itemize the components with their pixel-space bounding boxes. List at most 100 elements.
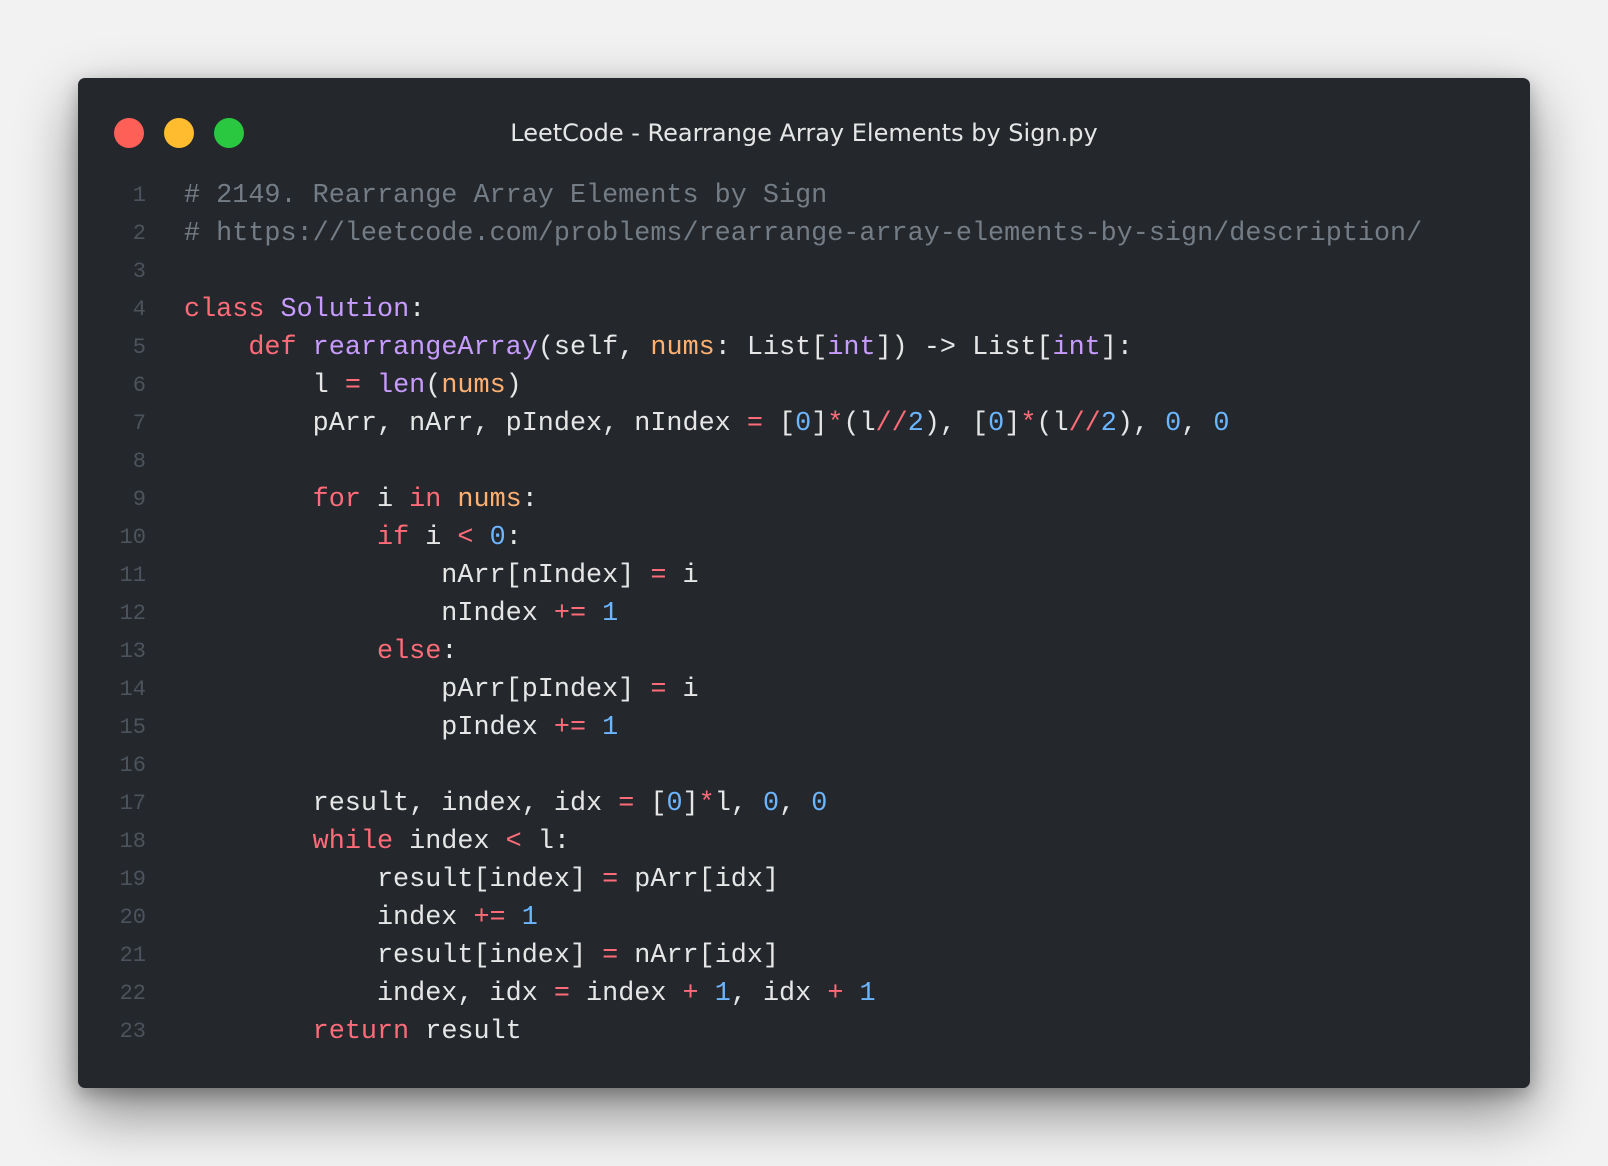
code-token-type: List bbox=[972, 333, 1037, 363]
code-text: while index < l: bbox=[184, 823, 570, 861]
code-token-plain: result bbox=[409, 1017, 522, 1047]
code-token-operator: += bbox=[473, 903, 506, 933]
code-token-punct: ]) -> bbox=[875, 333, 973, 363]
code-token-plain: l, bbox=[714, 789, 763, 819]
line-number: 17 bbox=[119, 791, 146, 816]
code-token-plain: self bbox=[553, 333, 619, 363]
code-line: 17 result, index, idx = [0]*l, 0, 0 bbox=[78, 785, 1530, 823]
line-number: 22 bbox=[119, 981, 146, 1006]
line-number: 16 bbox=[119, 753, 146, 778]
line-number: 10 bbox=[119, 525, 146, 550]
code-line: 12 nIndex += 1 bbox=[78, 595, 1530, 633]
line-number: 1 bbox=[132, 183, 146, 208]
code-token-plain: ] bbox=[811, 409, 828, 439]
code-token-punct: : bbox=[714, 333, 747, 363]
code-line: 9 for i in nums: bbox=[78, 481, 1530, 519]
code-token-plain: nArr[idx] bbox=[618, 941, 780, 971]
code-token-punct: : bbox=[521, 485, 538, 515]
code-text: return result bbox=[184, 1013, 522, 1051]
code-token-plain: , bbox=[1181, 409, 1214, 439]
code-token-operator: = bbox=[602, 865, 619, 895]
code-text: # https://leetcode.com/problems/rearrang… bbox=[184, 215, 1422, 253]
code-token-operator: = bbox=[618, 789, 635, 819]
code-token-operator: = bbox=[650, 561, 667, 591]
code-token-punct: ( bbox=[537, 333, 554, 363]
line-number: 4 bbox=[132, 297, 146, 322]
line-number: 12 bbox=[119, 601, 146, 626]
code-token-builtin: len bbox=[377, 371, 426, 401]
code-token-plain: index bbox=[184, 903, 474, 933]
code-line: 7 pArr, nArr, pIndex, nIndex = [0]*(l//2… bbox=[78, 405, 1530, 443]
line-number: 18 bbox=[119, 829, 146, 854]
code-token-class: Solution bbox=[280, 295, 410, 325]
code-token-number: 1 bbox=[859, 979, 876, 1009]
line-number: 5 bbox=[132, 335, 146, 360]
line-number: 8 bbox=[132, 449, 146, 474]
code-token-keyword: in bbox=[409, 485, 442, 515]
code-line: 14 pArr[pIndex] = i bbox=[78, 671, 1530, 709]
code-token-plain: pArr[pIndex] bbox=[184, 675, 651, 705]
code-token-punct: : bbox=[505, 523, 522, 553]
line-number: 19 bbox=[119, 867, 146, 892]
code-token-punct: ( bbox=[425, 371, 442, 401]
code-token-plain: ] bbox=[682, 789, 699, 819]
code-token-plain: index, idx bbox=[184, 979, 554, 1009]
code-line: 3 bbox=[78, 253, 1530, 291]
code-text: else: bbox=[184, 633, 457, 671]
code-text: nArr[nIndex] = i bbox=[184, 557, 698, 595]
code-token-plain: index bbox=[569, 979, 683, 1009]
code-token-keyword: else bbox=[376, 637, 442, 667]
code-token-operator: += bbox=[553, 713, 587, 743]
code-token-keyword: def bbox=[248, 333, 297, 363]
line-number: 14 bbox=[119, 677, 146, 702]
code-line: 13 else: bbox=[78, 633, 1530, 671]
code-token-number: 1 bbox=[602, 713, 619, 743]
line-number: 21 bbox=[119, 943, 146, 968]
code-token-param: nums bbox=[441, 371, 506, 401]
code-token-number: 0 bbox=[988, 409, 1005, 439]
code-token-plain: index bbox=[393, 827, 506, 857]
code-token-plain: l bbox=[184, 371, 345, 401]
code-token-punct: : bbox=[441, 637, 458, 667]
code-token-number: 2 bbox=[907, 409, 924, 439]
code-line: 20 index += 1 bbox=[78, 899, 1530, 937]
code-token-plain: nArr[nIndex] bbox=[184, 561, 651, 591]
code-token-punct: , bbox=[618, 333, 651, 363]
code-token-operator: < bbox=[505, 827, 522, 857]
code-line: 2 # https://leetcode.com/problems/rearran… bbox=[78, 215, 1530, 253]
code-line: 5 def rearrangeArray(self, nums: List[in… bbox=[78, 329, 1530, 367]
code-token-operator: = bbox=[553, 979, 570, 1009]
code-token-plain: [ bbox=[762, 409, 796, 439]
code-token-number: 1 bbox=[521, 903, 538, 933]
code-token-plain: result[index] bbox=[184, 865, 603, 895]
line-number: 6 bbox=[132, 373, 146, 398]
code-line: 11 nArr[nIndex] = i bbox=[78, 557, 1530, 595]
line-number: 7 bbox=[132, 411, 146, 436]
code-token-plain: i bbox=[666, 675, 699, 705]
code-text: if i < 0: bbox=[184, 519, 522, 557]
code-token-keyword: return bbox=[312, 1017, 410, 1047]
code-token-param: nums bbox=[650, 333, 715, 363]
code-token-plain: , bbox=[779, 789, 812, 819]
code-token-plain: pArr[idx] bbox=[618, 865, 780, 895]
code-token-typeparam: int bbox=[827, 333, 876, 363]
code-token-plain: result, index, idx bbox=[184, 789, 619, 819]
code-token-number: 2 bbox=[1100, 409, 1117, 439]
code-token-keyword: if bbox=[376, 523, 410, 553]
code-text: index, idx = index + 1, idx + 1 bbox=[184, 975, 876, 1013]
code-token-operator: = bbox=[746, 409, 763, 439]
code-line: 1 # 2149. Rearrange Array Elements by Sig… bbox=[78, 177, 1530, 215]
code-token-operator: * bbox=[1020, 409, 1037, 439]
code-token-punct: [ bbox=[811, 333, 828, 363]
code-token-operator: += bbox=[553, 599, 587, 629]
code-token-plain: ), bbox=[1116, 409, 1166, 439]
code-token-plain: ] bbox=[1004, 409, 1021, 439]
